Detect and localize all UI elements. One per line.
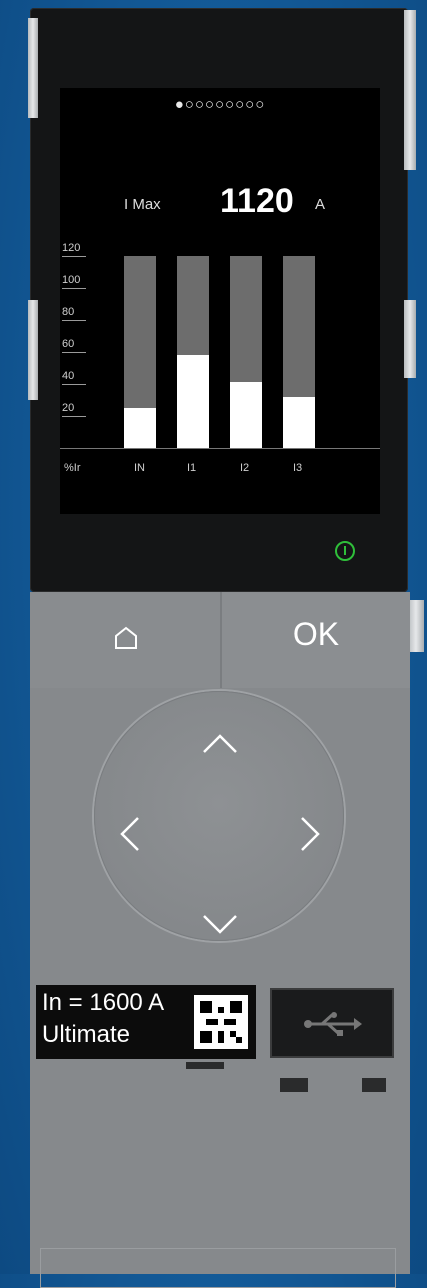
slot-right-a xyxy=(280,1078,308,1092)
y-tick-line xyxy=(62,384,86,385)
slot-right-b xyxy=(362,1078,386,1092)
chevron-right-icon[interactable] xyxy=(298,814,322,854)
display-screen: ●○○○○○○○○ I Max 1120 A 20 40 60 80 100 120 %Ir… xyxy=(60,88,380,514)
ok-button[interactable]: OK xyxy=(222,592,410,688)
housing-clip-left-top xyxy=(28,18,38,118)
usb-icon xyxy=(304,1012,362,1036)
housing-clip-right-top xyxy=(404,10,416,170)
y-tick-line xyxy=(62,320,86,321)
bottom-cover-panel xyxy=(40,1248,396,1288)
rated-current-text: In = 1600 A xyxy=(42,989,165,1016)
y-axis-label: %Ir xyxy=(64,462,81,474)
y-tick-line xyxy=(62,256,86,257)
x-tick-label: I2 xyxy=(240,462,250,474)
housing-clip-left-mid xyxy=(28,300,38,400)
qr-code-icon xyxy=(194,995,248,1049)
current-bar-chart: 20 40 60 80 100 120 %Ir IN I1 I2 I3 xyxy=(60,88,380,514)
y-tick-label: 20 xyxy=(62,402,75,414)
housing-clip-right-low xyxy=(408,600,424,652)
slot-left xyxy=(186,1062,224,1069)
y-tick-label: 40 xyxy=(62,370,75,382)
chevron-up-icon[interactable] xyxy=(200,732,240,756)
home-button[interactable] xyxy=(30,592,222,688)
x-tick-label: I1 xyxy=(187,462,197,474)
bar-in xyxy=(124,408,156,448)
x-tick-label: IN xyxy=(134,462,145,474)
y-tick-label: 80 xyxy=(62,306,75,318)
y-tick-line xyxy=(62,416,86,417)
bar-i1 xyxy=(177,355,209,448)
bar-i2 xyxy=(230,382,262,448)
model-name-text: Ultimate xyxy=(42,1021,131,1048)
home-icon xyxy=(115,626,137,649)
y-tick-line xyxy=(62,352,86,353)
chart-baseline xyxy=(60,448,380,449)
housing-clip-right-mid xyxy=(404,300,416,378)
y-tick-label: 100 xyxy=(62,274,81,286)
power-status-icon xyxy=(335,541,355,561)
chevron-left-icon[interactable] xyxy=(118,814,142,854)
x-tick-label: I3 xyxy=(293,462,303,474)
ok-label: OK xyxy=(292,616,340,652)
usb-port[interactable] xyxy=(270,988,394,1058)
y-tick-label: 60 xyxy=(62,338,75,350)
rating-label: In = 1600 A Ultimate xyxy=(36,985,256,1059)
y-tick-line xyxy=(62,288,86,289)
y-tick-label: 120 xyxy=(62,242,81,254)
bar-i3 xyxy=(283,396,315,448)
chevron-down-icon[interactable] xyxy=(200,912,240,936)
